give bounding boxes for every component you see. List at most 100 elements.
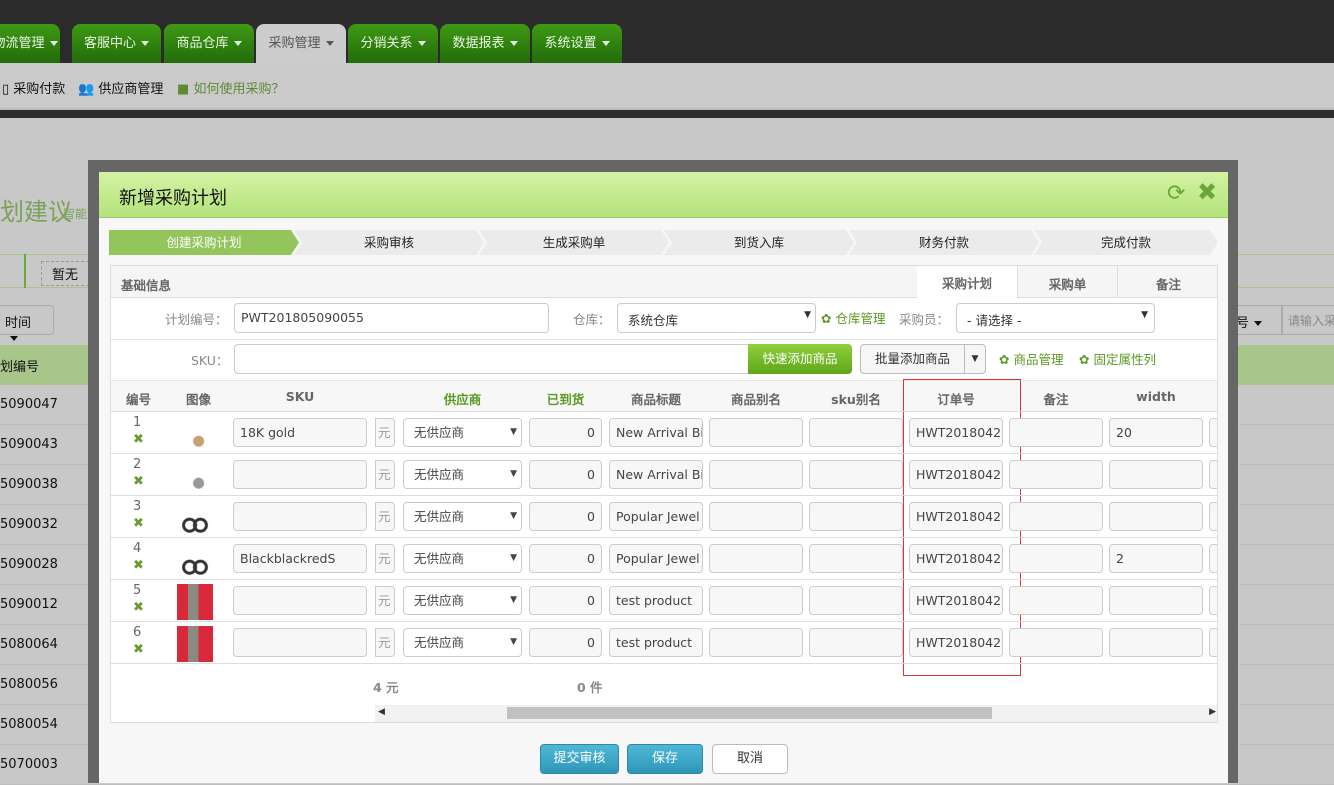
width-input[interactable]: 20 bbox=[1109, 418, 1203, 447]
quick-add-button[interactable]: 快速添加商品 bbox=[748, 344, 852, 374]
order-no-input[interactable]: HWT20180428 bbox=[909, 460, 1003, 489]
delete-row-icon[interactable]: ✖ bbox=[133, 474, 144, 489]
batch-add-button[interactable]: 批量添加商品 bbox=[860, 344, 965, 374]
fixed-cols-link[interactable]: ✿ 固定属性列 bbox=[1079, 349, 1156, 368]
order-no-input[interactable]: HWT20180428 bbox=[909, 586, 1003, 615]
scroll-left-icon[interactable]: ◀ bbox=[378, 707, 385, 717]
note-input[interactable] bbox=[1009, 460, 1103, 489]
order-no-input[interactable]: HWT20180428 bbox=[909, 502, 1003, 531]
nav-tab[interactable]: 分销关系 bbox=[348, 24, 438, 63]
bg-search-input[interactable]: 请输入采 bbox=[1282, 305, 1334, 335]
arrived-input[interactable]: 0 bbox=[529, 628, 602, 657]
extra-attr-input[interactable] bbox=[1209, 544, 1217, 573]
supplier-select[interactable]: 无供应商 ▼ bbox=[403, 502, 522, 531]
extra-attr-input[interactable] bbox=[1209, 586, 1217, 615]
subnav-supplier-mgmt[interactable]: 👥 供应商管理 bbox=[78, 78, 163, 97]
buyer-select[interactable]: - 请选择 - ▼ bbox=[956, 303, 1155, 333]
delete-row-icon[interactable]: ✖ bbox=[133, 642, 144, 657]
supplier-select[interactable]: 无供应商 ▼ bbox=[403, 418, 522, 447]
sku-input[interactable] bbox=[233, 586, 367, 615]
title-input[interactable]: test product bbox=[609, 628, 703, 657]
width-input[interactable]: 2 bbox=[1109, 544, 1203, 573]
title-input[interactable]: test product bbox=[609, 586, 703, 615]
supplier-select[interactable]: 无供应商 ▼ bbox=[403, 628, 522, 657]
title-input[interactable]: Popular Jewel bbox=[609, 502, 703, 531]
warehouse-mgmt-link[interactable]: ✿ 仓库管理 bbox=[821, 308, 885, 327]
arrived-input[interactable]: 0 bbox=[529, 544, 602, 573]
extra-attr-input[interactable] bbox=[1209, 460, 1217, 489]
extra-attr-input[interactable] bbox=[1209, 418, 1217, 447]
sku-alias-input[interactable] bbox=[809, 586, 903, 615]
order-no-input[interactable]: HWT20180428 bbox=[909, 628, 1003, 657]
delete-row-icon[interactable]: ✖ bbox=[133, 516, 144, 531]
note-input[interactable] bbox=[1009, 586, 1103, 615]
nav-tab[interactable]: 客服中心 bbox=[72, 24, 161, 63]
width-input[interactable] bbox=[1109, 502, 1203, 531]
note-input[interactable] bbox=[1009, 544, 1103, 573]
sku-search-input[interactable] bbox=[234, 344, 749, 374]
batch-add-dropdown-icon[interactable]: ▼ bbox=[964, 344, 986, 374]
alias-input[interactable] bbox=[709, 544, 803, 573]
title-input[interactable]: Popular Jewel bbox=[609, 544, 703, 573]
width-input[interactable] bbox=[1109, 628, 1203, 657]
refresh-icon[interactable]: ⟳ bbox=[1167, 181, 1185, 206]
sku-alias-input[interactable] bbox=[809, 418, 903, 447]
alias-input[interactable] bbox=[709, 460, 803, 489]
sku-alias-input[interactable] bbox=[809, 502, 903, 531]
note-input[interactable] bbox=[1009, 418, 1103, 447]
bg-sort-button[interactable]: 时间 bbox=[0, 305, 54, 341]
sku-alias-input[interactable] bbox=[809, 628, 903, 657]
extra-attr-input[interactable] bbox=[1209, 502, 1217, 531]
nav-tab[interactable]: 物流管理 bbox=[0, 24, 60, 63]
delete-row-icon[interactable]: ✖ bbox=[133, 600, 144, 615]
scroll-right-icon[interactable]: ▶ bbox=[1209, 707, 1216, 717]
tab-purchase-order[interactable]: 采购单 bbox=[1017, 266, 1117, 298]
sku-input[interactable] bbox=[233, 502, 367, 531]
sku-input[interactable]: BlackblackredS bbox=[233, 544, 367, 573]
sku-input[interactable]: 18K gold bbox=[233, 418, 367, 447]
alias-input[interactable] bbox=[709, 628, 803, 657]
arrived-input[interactable]: 0 bbox=[529, 586, 602, 615]
scrollbar-thumb[interactable] bbox=[506, 707, 992, 719]
nav-tab[interactable]: 数据报表 bbox=[440, 24, 530, 63]
delete-row-icon[interactable]: ✖ bbox=[133, 432, 144, 447]
sku-alias-input[interactable] bbox=[809, 460, 903, 489]
sku-input[interactable] bbox=[233, 628, 367, 657]
arrived-input[interactable]: 0 bbox=[529, 460, 602, 489]
alias-input[interactable] bbox=[709, 586, 803, 615]
note-input[interactable] bbox=[1009, 628, 1103, 657]
nav-tab[interactable]: 商品仓库 bbox=[164, 24, 254, 63]
close-icon[interactable]: ✖ bbox=[1197, 178, 1217, 206]
sku-alias-input[interactable] bbox=[809, 544, 903, 573]
alias-input[interactable] bbox=[709, 418, 803, 447]
order-no-input[interactable]: HWT20180428 bbox=[909, 418, 1003, 447]
supplier-select[interactable]: 无供应商 ▼ bbox=[403, 460, 522, 489]
order-no-input[interactable]: HWT20180428 bbox=[909, 544, 1003, 573]
column-header[interactable]: 已到货 bbox=[529, 389, 602, 408]
save-button[interactable]: 保存 bbox=[627, 744, 703, 774]
supplier-select[interactable]: 无供应商 ▼ bbox=[403, 544, 522, 573]
horizontal-scrollbar[interactable]: ◀ ▶ bbox=[375, 705, 1217, 722]
plan-no-input[interactable]: PWT201805090055 bbox=[234, 303, 549, 333]
tab-notes[interactable]: 备注 bbox=[1117, 266, 1217, 298]
arrived-input[interactable]: 0 bbox=[529, 502, 602, 531]
submit-review-button[interactable]: 提交审核 bbox=[540, 744, 619, 774]
supplier-select[interactable]: 无供应商 ▼ bbox=[403, 586, 522, 615]
arrived-input[interactable]: 0 bbox=[529, 418, 602, 447]
nav-tab[interactable]: 系统设置 bbox=[532, 24, 622, 63]
nav-tab[interactable]: 采购管理 bbox=[256, 24, 346, 63]
sku-input[interactable] bbox=[233, 460, 367, 489]
note-input[interactable] bbox=[1009, 502, 1103, 531]
goods-mgmt-link[interactable]: ✿ 商品管理 bbox=[999, 349, 1063, 368]
width-input[interactable] bbox=[1109, 586, 1203, 615]
delete-row-icon[interactable]: ✖ bbox=[133, 558, 144, 573]
alias-input[interactable] bbox=[709, 502, 803, 531]
subnav-purchase-payment[interactable]: ▯ 采购付款 bbox=[2, 78, 65, 97]
width-input[interactable] bbox=[1109, 460, 1203, 489]
tab-purchase-plan[interactable]: 采购计划 bbox=[917, 266, 1017, 298]
warehouse-select[interactable]: 系统仓库 ▼ bbox=[617, 303, 816, 333]
extra-attr-input[interactable] bbox=[1209, 628, 1217, 657]
title-input[interactable]: New Arrival Bi bbox=[609, 418, 703, 447]
cancel-button[interactable]: 取消 bbox=[712, 744, 788, 774]
subnav-how-to[interactable]: ■ 如何使用采购？ bbox=[177, 78, 284, 97]
